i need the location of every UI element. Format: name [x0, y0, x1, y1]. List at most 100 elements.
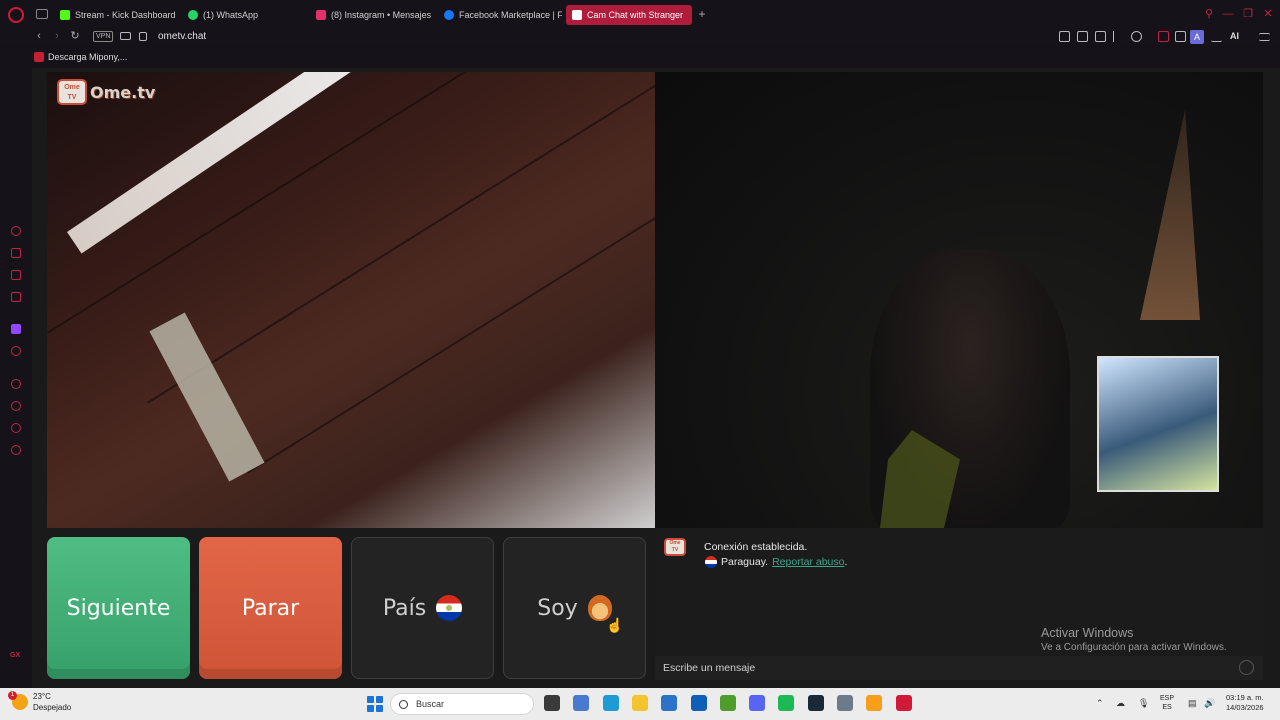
connection-message: Conexión establecida. [704, 541, 808, 553]
windows-activation-watermark: Activar Windows Ve a Configuración para … [1041, 626, 1227, 653]
ometv-tab-icon [572, 10, 582, 20]
sidebar [0, 68, 32, 688]
search-tabs-icon[interactable]: ⚲ [1203, 8, 1215, 20]
tab-manager-icon[interactable] [36, 9, 48, 19]
download-icon[interactable] [1211, 31, 1222, 42]
weather-sun-icon: 1 [8, 691, 28, 710]
spotify-icon[interactable] [778, 695, 794, 711]
report-abuse-link[interactable]: Reportar abuso [772, 556, 844, 568]
chat-sidebar-icon[interactable] [11, 423, 21, 433]
search-icon [399, 699, 408, 709]
close-icon[interactable]: ✕ [1262, 8, 1274, 20]
start-button[interactable] [367, 696, 383, 712]
player-icon[interactable] [11, 379, 21, 389]
tab-label: (8) Instagram • Mensajes [331, 10, 432, 20]
background-monitor [1097, 356, 1219, 492]
taskbar-clock[interactable]: 03:19 a. m. 14/03/2026 [1226, 693, 1264, 713]
gx-corner-icon[interactable] [11, 248, 21, 258]
tab-facebook[interactable]: Facebook Marketplace | F [438, 5, 562, 25]
tab-ometv[interactable]: Cam Chat with Stranger [566, 5, 692, 25]
chat-message-input[interactable] [655, 656, 1263, 680]
camera-icon[interactable] [120, 32, 131, 40]
temperature: 23°C [33, 692, 51, 701]
discord-sidebar-icon[interactable] [11, 346, 21, 356]
emoji-icon[interactable] [1239, 660, 1254, 675]
aria-ai-button[interactable]: AI [1230, 31, 1239, 41]
speed-dial-icon[interactable] [11, 226, 21, 236]
next-label: Siguiente [66, 595, 171, 621]
bookmarks-bar [0, 48, 1280, 68]
local-video [47, 72, 655, 528]
tab-label: Stream - Kick Dashboard [75, 10, 176, 20]
tab-kick[interactable]: Stream - Kick Dashboard [54, 5, 182, 25]
date: 14/03/2026 [1226, 703, 1264, 712]
minecraft-icon[interactable] [720, 695, 736, 711]
display-icon[interactable]: ▤ [1188, 698, 1197, 709]
taskbar-search[interactable]: Buscar [390, 693, 534, 715]
menu-icon[interactable] [1259, 33, 1270, 41]
twitch-icon[interactable] [11, 324, 21, 334]
language-indicator[interactable]: ESP ES [1160, 694, 1174, 712]
url-field[interactable]: ometv.chat [158, 31, 206, 42]
tab-instagram[interactable]: (8) Instagram • Mensajes [310, 5, 438, 25]
microphone-icon[interactable]: 🎙 [1138, 698, 1149, 709]
chat-ometv-icon: Ome TV [664, 538, 686, 556]
lock-icon[interactable] [139, 32, 147, 41]
notification-badge: 1 [8, 691, 17, 700]
facebook-icon [444, 10, 454, 20]
heart-icon[interactable] [1131, 31, 1142, 42]
snapshot-icon[interactable] [1077, 31, 1088, 42]
photos-icon[interactable] [573, 695, 589, 711]
account-avatar[interactable]: A [1190, 30, 1204, 44]
bookmark-label: Descarga Mipony,... [48, 52, 128, 62]
maximize-icon[interactable]: ❐ [1242, 8, 1254, 20]
report-suffix: . [844, 556, 848, 568]
store-icon[interactable] [661, 695, 677, 711]
gender-button[interactable]: Soy [503, 537, 646, 679]
keyboard-layout: ES [1162, 704, 1172, 711]
extension-badge-icon[interactable] [1158, 31, 1169, 42]
minimize-icon[interactable]: — [1222, 8, 1234, 20]
vpn-badge[interactable]: VPN [93, 31, 114, 42]
new-tab-button[interactable]: + [696, 8, 708, 20]
ceiling-plank [147, 72, 655, 404]
reload-icon[interactable]: ↻ [69, 30, 81, 42]
activation-subtitle: Ve a Configuración para activar Windows. [1041, 642, 1227, 653]
gx-label[interactable]: GX [10, 652, 20, 659]
tab-whatsapp[interactable]: (1) WhatsApp [182, 5, 310, 25]
settings-icon[interactable] [837, 695, 853, 711]
steam-icon[interactable] [808, 695, 824, 711]
tray-overflow-icon[interactable]: ⌃ [1096, 698, 1104, 709]
history-icon[interactable] [11, 401, 21, 411]
instagram-sidebar-icon[interactable] [11, 270, 21, 280]
edge-icon[interactable] [603, 695, 619, 711]
opera-logo-icon[interactable] [8, 7, 24, 23]
play-icon[interactable] [1113, 31, 1124, 42]
file-explorer-icon[interactable] [632, 695, 648, 711]
next-button[interactable]: Siguiente [47, 537, 190, 679]
forward-icon[interactable]: › [51, 30, 63, 42]
mipony-icon [34, 52, 44, 62]
messenger-sidebar-icon[interactable] [11, 292, 21, 302]
bookmark-mipony[interactable]: Descarga Mipony,... [34, 52, 127, 62]
country-message: Paraguay. Reportar abuso. [705, 556, 847, 568]
overwatch-icon[interactable] [866, 695, 882, 711]
discord-icon[interactable] [749, 695, 765, 711]
country-button[interactable]: País [351, 537, 494, 679]
network-tray-icon[interactable]: ☁ [1116, 698, 1125, 709]
tab-label: (1) WhatsApp [203, 10, 259, 20]
settings-sidebar-icon[interactable] [11, 445, 21, 455]
opera-gx-icon[interactable] [896, 695, 912, 711]
pin-icon[interactable] [1059, 31, 1070, 42]
stop-button[interactable]: Parar [199, 537, 342, 679]
back-icon[interactable]: ‹ [33, 30, 45, 42]
extensions-icon[interactable] [1175, 31, 1186, 42]
weather-widget[interactable]: 1 23°C Despejado [8, 691, 71, 713]
task-view-icon[interactable] [544, 695, 560, 711]
shield-icon[interactable] [1095, 31, 1106, 42]
volume-icon[interactable]: 🔊 [1204, 698, 1215, 709]
kick-icon [60, 10, 70, 20]
outlook-icon[interactable] [691, 695, 707, 711]
instagram-icon [316, 10, 326, 20]
time: 03:19 a. m. [1226, 693, 1264, 702]
